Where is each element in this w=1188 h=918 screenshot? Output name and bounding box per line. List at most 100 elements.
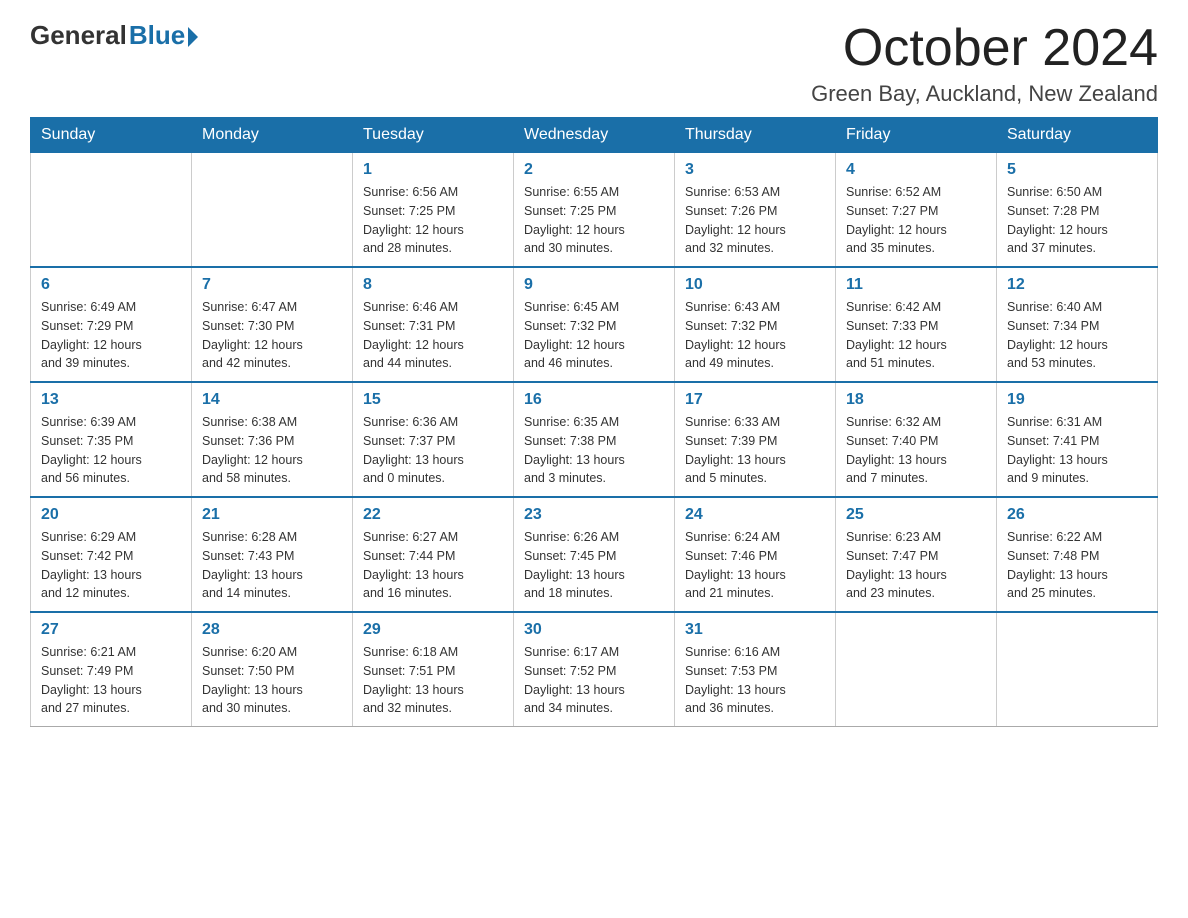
calendar-cell: 27 Sunrise: 6:21 AMSunset: 7:49 PMDayligh… <box>31 612 192 727</box>
column-header-thursday: Thursday <box>675 118 836 153</box>
day-number: 12 <box>1007 276 1147 294</box>
day-info: Sunrise: 6:53 AMSunset: 7:26 PMDaylight:… <box>685 183 825 258</box>
day-info: Sunrise: 6:40 AMSunset: 7:34 PMDaylight:… <box>1007 298 1147 373</box>
day-number: 2 <box>524 161 664 179</box>
day-number: 22 <box>363 506 503 524</box>
calendar-cell: 2 Sunrise: 6:55 AMSunset: 7:25 PMDaylight… <box>514 153 675 268</box>
logo: General Blue <box>30 20 198 51</box>
calendar-cell: 12 Sunrise: 6:40 AMSunset: 7:34 PMDayligh… <box>997 267 1158 382</box>
calendar-cell: 19 Sunrise: 6:31 AMSunset: 7:41 PMDayligh… <box>997 382 1158 497</box>
day-info: Sunrise: 6:36 AMSunset: 7:37 PMDaylight:… <box>363 413 503 488</box>
calendar-cell <box>192 153 353 268</box>
day-number: 4 <box>846 161 986 179</box>
logo-general-text: General <box>30 20 127 51</box>
calendar-cell: 18 Sunrise: 6:32 AMSunset: 7:40 PMDayligh… <box>836 382 997 497</box>
day-info: Sunrise: 6:50 AMSunset: 7:28 PMDaylight:… <box>1007 183 1147 258</box>
calendar-cell: 3Sunrise: 6:53 AMSunset: 7:26 PMDaylight… <box>675 153 836 268</box>
day-info: Sunrise: 6:17 AMSunset: 7:52 PMDaylight:… <box>524 643 664 718</box>
logo-blue-text: Blue <box>129 20 185 51</box>
day-info: Sunrise: 6:55 AMSunset: 7:25 PMDaylight:… <box>524 183 664 258</box>
day-info: Sunrise: 6:47 AMSunset: 7:30 PMDaylight:… <box>202 298 342 373</box>
column-header-wednesday: Wednesday <box>514 118 675 153</box>
calendar-week-row: 1 Sunrise: 6:56 AMSunset: 7:25 PMDaylight… <box>31 153 1158 268</box>
day-number: 27 <box>41 621 181 639</box>
calendar-cell <box>31 153 192 268</box>
calendar-cell: 5Sunrise: 6:50 AMSunset: 7:28 PMDaylight… <box>997 153 1158 268</box>
page-header: General Blue October 2024 Green Bay, Auc… <box>30 20 1158 107</box>
day-info: Sunrise: 6:21 AMSunset: 7:49 PMDaylight:… <box>41 643 181 718</box>
day-info: Sunrise: 6:52 AMSunset: 7:27 PMDaylight:… <box>846 183 986 258</box>
calendar-cell: 4 Sunrise: 6:52 AMSunset: 7:27 PMDaylight… <box>836 153 997 268</box>
day-number: 9 <box>524 276 664 294</box>
day-number: 11 <box>846 276 986 294</box>
calendar-week-row: 13 Sunrise: 6:39 AMSunset: 7:35 PMDayligh… <box>31 382 1158 497</box>
calendar-cell: 1 Sunrise: 6:56 AMSunset: 7:25 PMDaylight… <box>353 153 514 268</box>
calendar-cell: 9 Sunrise: 6:45 AMSunset: 7:32 PMDaylight… <box>514 267 675 382</box>
day-number: 10 <box>685 276 825 294</box>
column-header-monday: Monday <box>192 118 353 153</box>
day-info: Sunrise: 6:32 AMSunset: 7:40 PMDaylight:… <box>846 413 986 488</box>
day-number: 25 <box>846 506 986 524</box>
month-title: October 2024 <box>811 20 1158 77</box>
calendar-cell: 25 Sunrise: 6:23 AMSunset: 7:47 PMDayligh… <box>836 497 997 612</box>
column-header-saturday: Saturday <box>997 118 1158 153</box>
day-info: Sunrise: 6:22 AMSunset: 7:48 PMDaylight:… <box>1007 528 1147 603</box>
day-info: Sunrise: 6:23 AMSunset: 7:47 PMDaylight:… <box>846 528 986 603</box>
calendar-week-row: 20Sunrise: 6:29 AMSunset: 7:42 PMDayligh… <box>31 497 1158 612</box>
day-info: Sunrise: 6:35 AMSunset: 7:38 PMDaylight:… <box>524 413 664 488</box>
day-info: Sunrise: 6:39 AMSunset: 7:35 PMDaylight:… <box>41 413 181 488</box>
title-block: October 2024 Green Bay, Auckland, New Ze… <box>811 20 1158 107</box>
calendar-cell: 30 Sunrise: 6:17 AMSunset: 7:52 PMDayligh… <box>514 612 675 727</box>
day-info: Sunrise: 6:26 AMSunset: 7:45 PMDaylight:… <box>524 528 664 603</box>
day-number: 30 <box>524 621 664 639</box>
logo-blue-part: Blue <box>129 20 198 51</box>
calendar-header-row: SundayMondayTuesdayWednesdayThursdayFrid… <box>31 118 1158 153</box>
day-info: Sunrise: 6:45 AMSunset: 7:32 PMDaylight:… <box>524 298 664 373</box>
day-number: 17 <box>685 391 825 409</box>
day-number: 26 <box>1007 506 1147 524</box>
calendar-cell: 10 Sunrise: 6:43 AMSunset: 7:32 PMDayligh… <box>675 267 836 382</box>
calendar-cell: 11 Sunrise: 6:42 AMSunset: 7:33 PMDayligh… <box>836 267 997 382</box>
calendar-cell: 28Sunrise: 6:20 AMSunset: 7:50 PMDayligh… <box>192 612 353 727</box>
day-info: Sunrise: 6:27 AMSunset: 7:44 PMDaylight:… <box>363 528 503 603</box>
day-number: 29 <box>363 621 503 639</box>
day-info: Sunrise: 6:28 AMSunset: 7:43 PMDaylight:… <box>202 528 342 603</box>
calendar-cell: 31Sunrise: 6:16 AMSunset: 7:53 PMDayligh… <box>675 612 836 727</box>
day-info: Sunrise: 6:24 AMSunset: 7:46 PMDaylight:… <box>685 528 825 603</box>
day-info: Sunrise: 6:46 AMSunset: 7:31 PMDaylight:… <box>363 298 503 373</box>
day-info: Sunrise: 6:56 AMSunset: 7:25 PMDaylight:… <box>363 183 503 258</box>
calendar-cell: 16 Sunrise: 6:35 AMSunset: 7:38 PMDayligh… <box>514 382 675 497</box>
day-number: 20 <box>41 506 181 524</box>
calendar-cell: 14Sunrise: 6:38 AMSunset: 7:36 PMDayligh… <box>192 382 353 497</box>
calendar-cell: 23 Sunrise: 6:26 AMSunset: 7:45 PMDayligh… <box>514 497 675 612</box>
day-number: 18 <box>846 391 986 409</box>
logo-arrow-icon <box>188 27 198 47</box>
day-number: 16 <box>524 391 664 409</box>
day-info: Sunrise: 6:42 AMSunset: 7:33 PMDaylight:… <box>846 298 986 373</box>
day-info: Sunrise: 6:18 AMSunset: 7:51 PMDaylight:… <box>363 643 503 718</box>
day-number: 19 <box>1007 391 1147 409</box>
day-info: Sunrise: 6:43 AMSunset: 7:32 PMDaylight:… <box>685 298 825 373</box>
calendar-week-row: 6Sunrise: 6:49 AMSunset: 7:29 PMDaylight… <box>31 267 1158 382</box>
calendar-cell: 15 Sunrise: 6:36 AMSunset: 7:37 PMDayligh… <box>353 382 514 497</box>
calendar-week-row: 27 Sunrise: 6:21 AMSunset: 7:49 PMDayligh… <box>31 612 1158 727</box>
calendar-table: SundayMondayTuesdayWednesdayThursdayFrid… <box>30 117 1158 727</box>
day-info: Sunrise: 6:31 AMSunset: 7:41 PMDaylight:… <box>1007 413 1147 488</box>
calendar-cell: 29 Sunrise: 6:18 AMSunset: 7:51 PMDayligh… <box>353 612 514 727</box>
day-number: 1 <box>363 161 503 179</box>
day-number: 31 <box>685 621 825 639</box>
day-number: 15 <box>363 391 503 409</box>
day-number: 21 <box>202 506 342 524</box>
calendar-cell: 13 Sunrise: 6:39 AMSunset: 7:35 PMDayligh… <box>31 382 192 497</box>
day-info: Sunrise: 6:20 AMSunset: 7:50 PMDaylight:… <box>202 643 342 718</box>
day-number: 24 <box>685 506 825 524</box>
column-header-sunday: Sunday <box>31 118 192 153</box>
calendar-cell: 17Sunrise: 6:33 AMSunset: 7:39 PMDayligh… <box>675 382 836 497</box>
calendar-cell: 6Sunrise: 6:49 AMSunset: 7:29 PMDaylight… <box>31 267 192 382</box>
column-header-friday: Friday <box>836 118 997 153</box>
column-header-tuesday: Tuesday <box>353 118 514 153</box>
day-number: 23 <box>524 506 664 524</box>
day-number: 13 <box>41 391 181 409</box>
location-text: Green Bay, Auckland, New Zealand <box>811 81 1158 107</box>
day-info: Sunrise: 6:38 AMSunset: 7:36 PMDaylight:… <box>202 413 342 488</box>
